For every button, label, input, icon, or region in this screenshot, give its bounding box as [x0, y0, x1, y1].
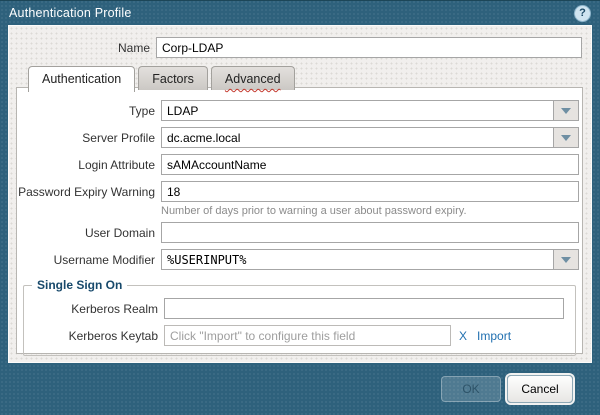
user-domain-input[interactable] — [161, 222, 579, 243]
login-attribute-row: Login Attribute — [17, 154, 582, 175]
type-dropdown-button[interactable] — [553, 100, 579, 121]
dialog-footer: OK Cancel — [0, 363, 600, 415]
server-profile-label: Server Profile — [17, 131, 161, 145]
kerberos-realm-label: Kerberos Realm — [24, 302, 164, 316]
login-attribute-label: Login Attribute — [17, 158, 161, 172]
authentication-profile-dialog: Authentication Profile ? Name Authentica… — [0, 0, 600, 415]
dialog-titlebar: Authentication Profile ? — [0, 0, 600, 25]
password-expiry-hint: Number of days prior to warning a user a… — [161, 205, 582, 217]
kerberos-keytab-label: Kerberos Keytab — [24, 329, 164, 343]
single-sign-on-section: Single Sign On Kerberos Realm Kerberos K… — [23, 278, 576, 356]
type-value[interactable] — [161, 100, 553, 121]
dialog-body: Name Authentication Factors Advanced Typ… — [8, 25, 592, 363]
help-icon[interactable]: ? — [574, 5, 591, 22]
dialog-title: Authentication Profile — [9, 6, 132, 20]
chevron-down-icon — [561, 257, 571, 263]
user-domain-row: User Domain — [17, 222, 582, 243]
tab-factors[interactable]: Factors — [138, 66, 208, 90]
tab-bar: Authentication Factors Advanced — [28, 66, 591, 90]
login-attribute-input[interactable] — [161, 154, 579, 175]
ok-button[interactable]: OK — [441, 376, 501, 402]
keytab-import-link[interactable]: Import — [477, 329, 511, 343]
kerberos-keytab-input[interactable] — [164, 325, 451, 346]
cancel-button[interactable]: Cancel — [507, 375, 573, 403]
server-profile-row: Server Profile — [17, 127, 582, 148]
tab-advanced[interactable]: Advanced — [211, 66, 295, 90]
authentication-tab-panel: Type Server Profile Login — [16, 87, 583, 354]
chevron-down-icon — [561, 108, 571, 114]
username-modifier-row: Username Modifier — [17, 249, 582, 270]
server-profile-dropdown[interactable] — [161, 127, 579, 148]
type-row: Type — [17, 100, 582, 121]
type-dropdown[interactable] — [161, 100, 579, 121]
username-modifier-dropdown-button[interactable] — [553, 249, 579, 270]
username-modifier-label: Username Modifier — [17, 253, 161, 267]
keytab-actions: X Import — [459, 329, 511, 343]
name-row: Name — [9, 37, 591, 58]
single-sign-on-legend: Single Sign On — [32, 278, 127, 292]
server-profile-dropdown-button[interactable] — [553, 127, 579, 148]
kerberos-realm-row: Kerberos Realm — [24, 298, 575, 319]
username-modifier-dropdown[interactable] — [161, 249, 579, 270]
type-label: Type — [17, 104, 161, 118]
name-input[interactable] — [156, 37, 582, 58]
kerberos-keytab-row: Kerberos Keytab X Import — [24, 325, 575, 346]
password-expiry-label: Password Expiry Warning — [17, 185, 161, 199]
username-modifier-value[interactable] — [161, 249, 553, 270]
keytab-clear-link[interactable]: X — [459, 329, 467, 343]
name-label: Name — [9, 41, 156, 55]
chevron-down-icon — [561, 135, 571, 141]
password-expiry-row: Password Expiry Warning — [17, 181, 582, 202]
kerberos-realm-input[interactable] — [164, 298, 564, 319]
password-expiry-input[interactable] — [161, 181, 579, 202]
server-profile-value[interactable] — [161, 127, 553, 148]
user-domain-label: User Domain — [17, 226, 161, 240]
tab-authentication[interactable]: Authentication — [28, 66, 135, 92]
